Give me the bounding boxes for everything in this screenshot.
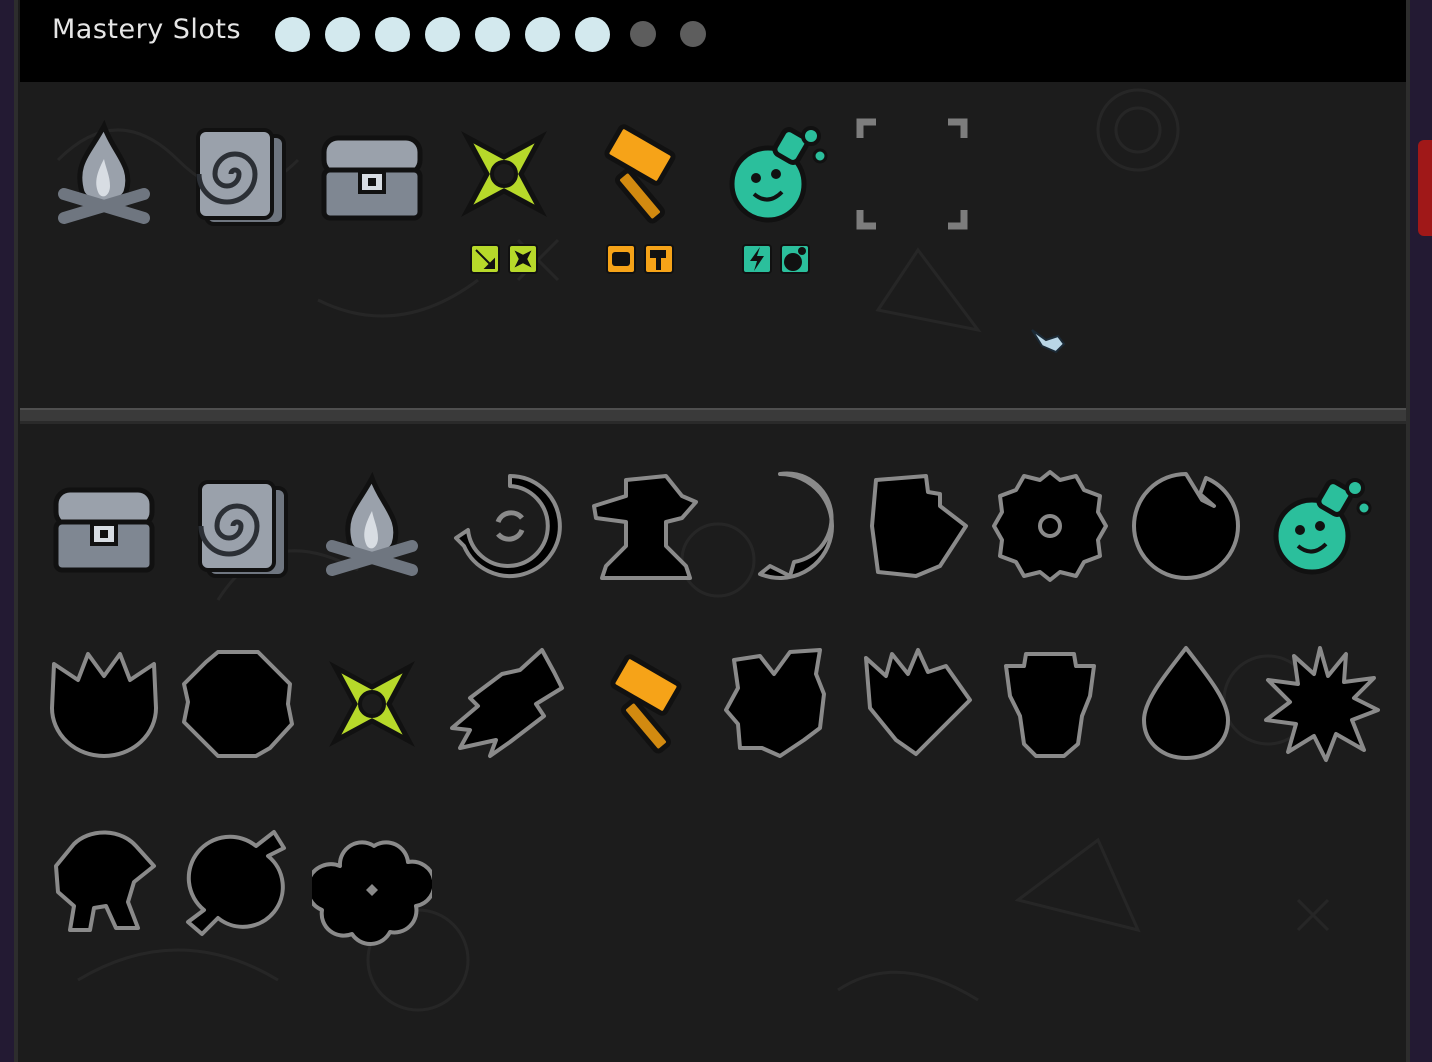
- campfire-icon[interactable]: [44, 114, 164, 234]
- shuriken-icon[interactable]: [444, 114, 564, 234]
- mastery-slots-title: Mastery Slots: [52, 14, 242, 45]
- mastery-slot-empty: [630, 21, 656, 47]
- potion-icon[interactable]: [1260, 466, 1380, 586]
- hammer-badge-icon: [644, 244, 674, 274]
- mastery-slot-filled: [575, 17, 610, 52]
- mastery-slots-header: Mastery Slots: [20, 0, 1406, 82]
- locked-orb-silhouette-icon: [720, 466, 840, 586]
- mastery-slot-filled: [525, 17, 560, 52]
- locked-claw-silhouette-icon: [720, 644, 840, 764]
- locked-leaf-silhouette-icon: [450, 644, 570, 764]
- locked-candy-silhouette-icon: [178, 826, 298, 946]
- mastery-slot-filled: [275, 17, 310, 52]
- empty-slot-bracket-icon[interactable]: [852, 114, 972, 234]
- locked-flame-silhouette-icon: [856, 644, 976, 764]
- locked-gear-silhouette-icon: [990, 466, 1110, 586]
- mastery-slot-filled: [325, 17, 360, 52]
- mastery-slot-filled: [425, 17, 460, 52]
- side-tab: [1418, 140, 1432, 236]
- locked-burst-silhouette-icon: [1260, 644, 1380, 764]
- locked-refresh-silhouette-icon: [450, 466, 570, 586]
- mastery-slot-filled: [475, 17, 510, 52]
- fist-badge-icon: [606, 244, 636, 274]
- mastery-slot-filled: [375, 17, 410, 52]
- locked-cloud-silhouette-icon: [312, 826, 432, 946]
- section-divider: [20, 408, 1406, 424]
- locked-creature-silhouette-icon: [44, 826, 164, 946]
- locked-moon-silhouette-icon: [1126, 466, 1246, 586]
- locked-totem-silhouette-icon: [990, 644, 1110, 764]
- potion-icon[interactable]: [716, 114, 836, 234]
- hand-cursor-icon: [1031, 329, 1066, 354]
- locked-flower-silhouette-icon: [44, 644, 164, 764]
- lightning-badge-icon: [742, 244, 772, 274]
- potion-badge-icon: [780, 244, 810, 274]
- shuriken-badge-icon: [508, 244, 538, 274]
- vortex-card-icon[interactable]: [178, 466, 298, 586]
- shuriken-icon[interactable]: [312, 644, 432, 764]
- locked-anvil-silhouette-icon: [586, 466, 706, 586]
- hammer-icon[interactable]: [580, 114, 700, 234]
- treasure-chest-icon[interactable]: [44, 466, 164, 586]
- mastery-slot-empty: [680, 21, 706, 47]
- kunai-badge-icon: [470, 244, 500, 274]
- locked-drop-silhouette-icon: [1126, 644, 1246, 764]
- hammer-icon[interactable]: [586, 644, 706, 764]
- treasure-chest-icon[interactable]: [312, 114, 432, 234]
- campfire-icon[interactable]: [312, 466, 432, 586]
- locked-octagon-silhouette-icon: [178, 644, 298, 764]
- vortex-card-icon[interactable]: [176, 114, 296, 234]
- locked-book-silhouette-icon: [856, 466, 976, 586]
